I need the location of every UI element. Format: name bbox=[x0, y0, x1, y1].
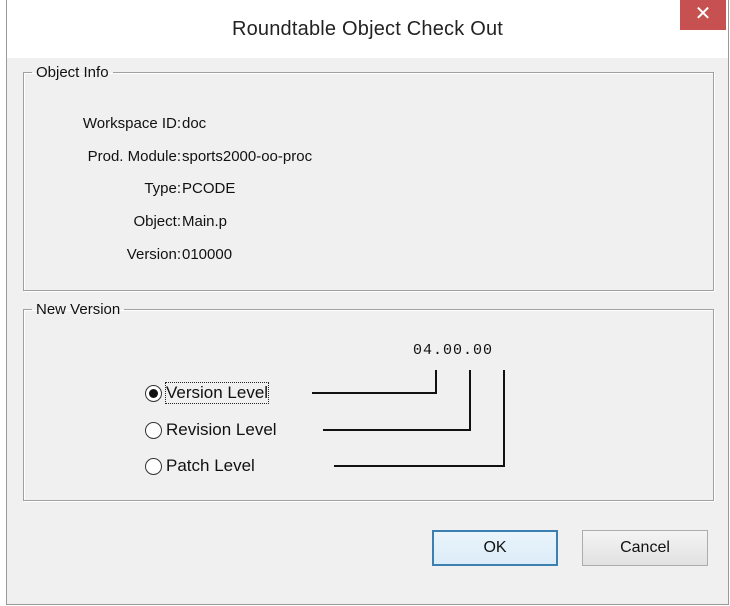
cancel-button[interactable]: Cancel bbox=[582, 530, 708, 566]
version-level-connector bbox=[312, 370, 437, 394]
radio-version-level[interactable]: Version Level bbox=[145, 382, 270, 404]
patch-level-connector bbox=[334, 370, 505, 467]
dialog-client-area: Object Info Workspace ID: doc Prod. Modu… bbox=[15, 58, 720, 596]
patch-level-label[interactable]: Patch Level bbox=[166, 456, 255, 476]
close-button[interactable]: ✕ bbox=[680, 0, 726, 30]
radio-patch-level[interactable]: Patch Level bbox=[145, 456, 255, 476]
patch-level-radio-icon[interactable] bbox=[145, 457, 162, 475]
window-title: Roundtable Object Check Out bbox=[231, 18, 504, 40]
revision-level-radio-icon[interactable] bbox=[145, 421, 162, 439]
close-icon: ✕ bbox=[694, 3, 712, 25]
radio-revision-level[interactable]: Revision Level bbox=[145, 420, 277, 440]
title-bar: Roundtable Object Check Out ✕ bbox=[7, 0, 728, 58]
version-level-label[interactable]: Version Level bbox=[164, 382, 270, 404]
revision-level-label[interactable]: Revision Level bbox=[166, 420, 277, 440]
dialog-window: Roundtable Object Check Out ✕ Object Inf… bbox=[6, 0, 729, 605]
ok-button[interactable]: OK bbox=[432, 530, 558, 566]
version-level-radio-icon[interactable] bbox=[145, 384, 162, 402]
revision-level-connector bbox=[323, 370, 471, 431]
level-connector-lines bbox=[312, 370, 505, 467]
